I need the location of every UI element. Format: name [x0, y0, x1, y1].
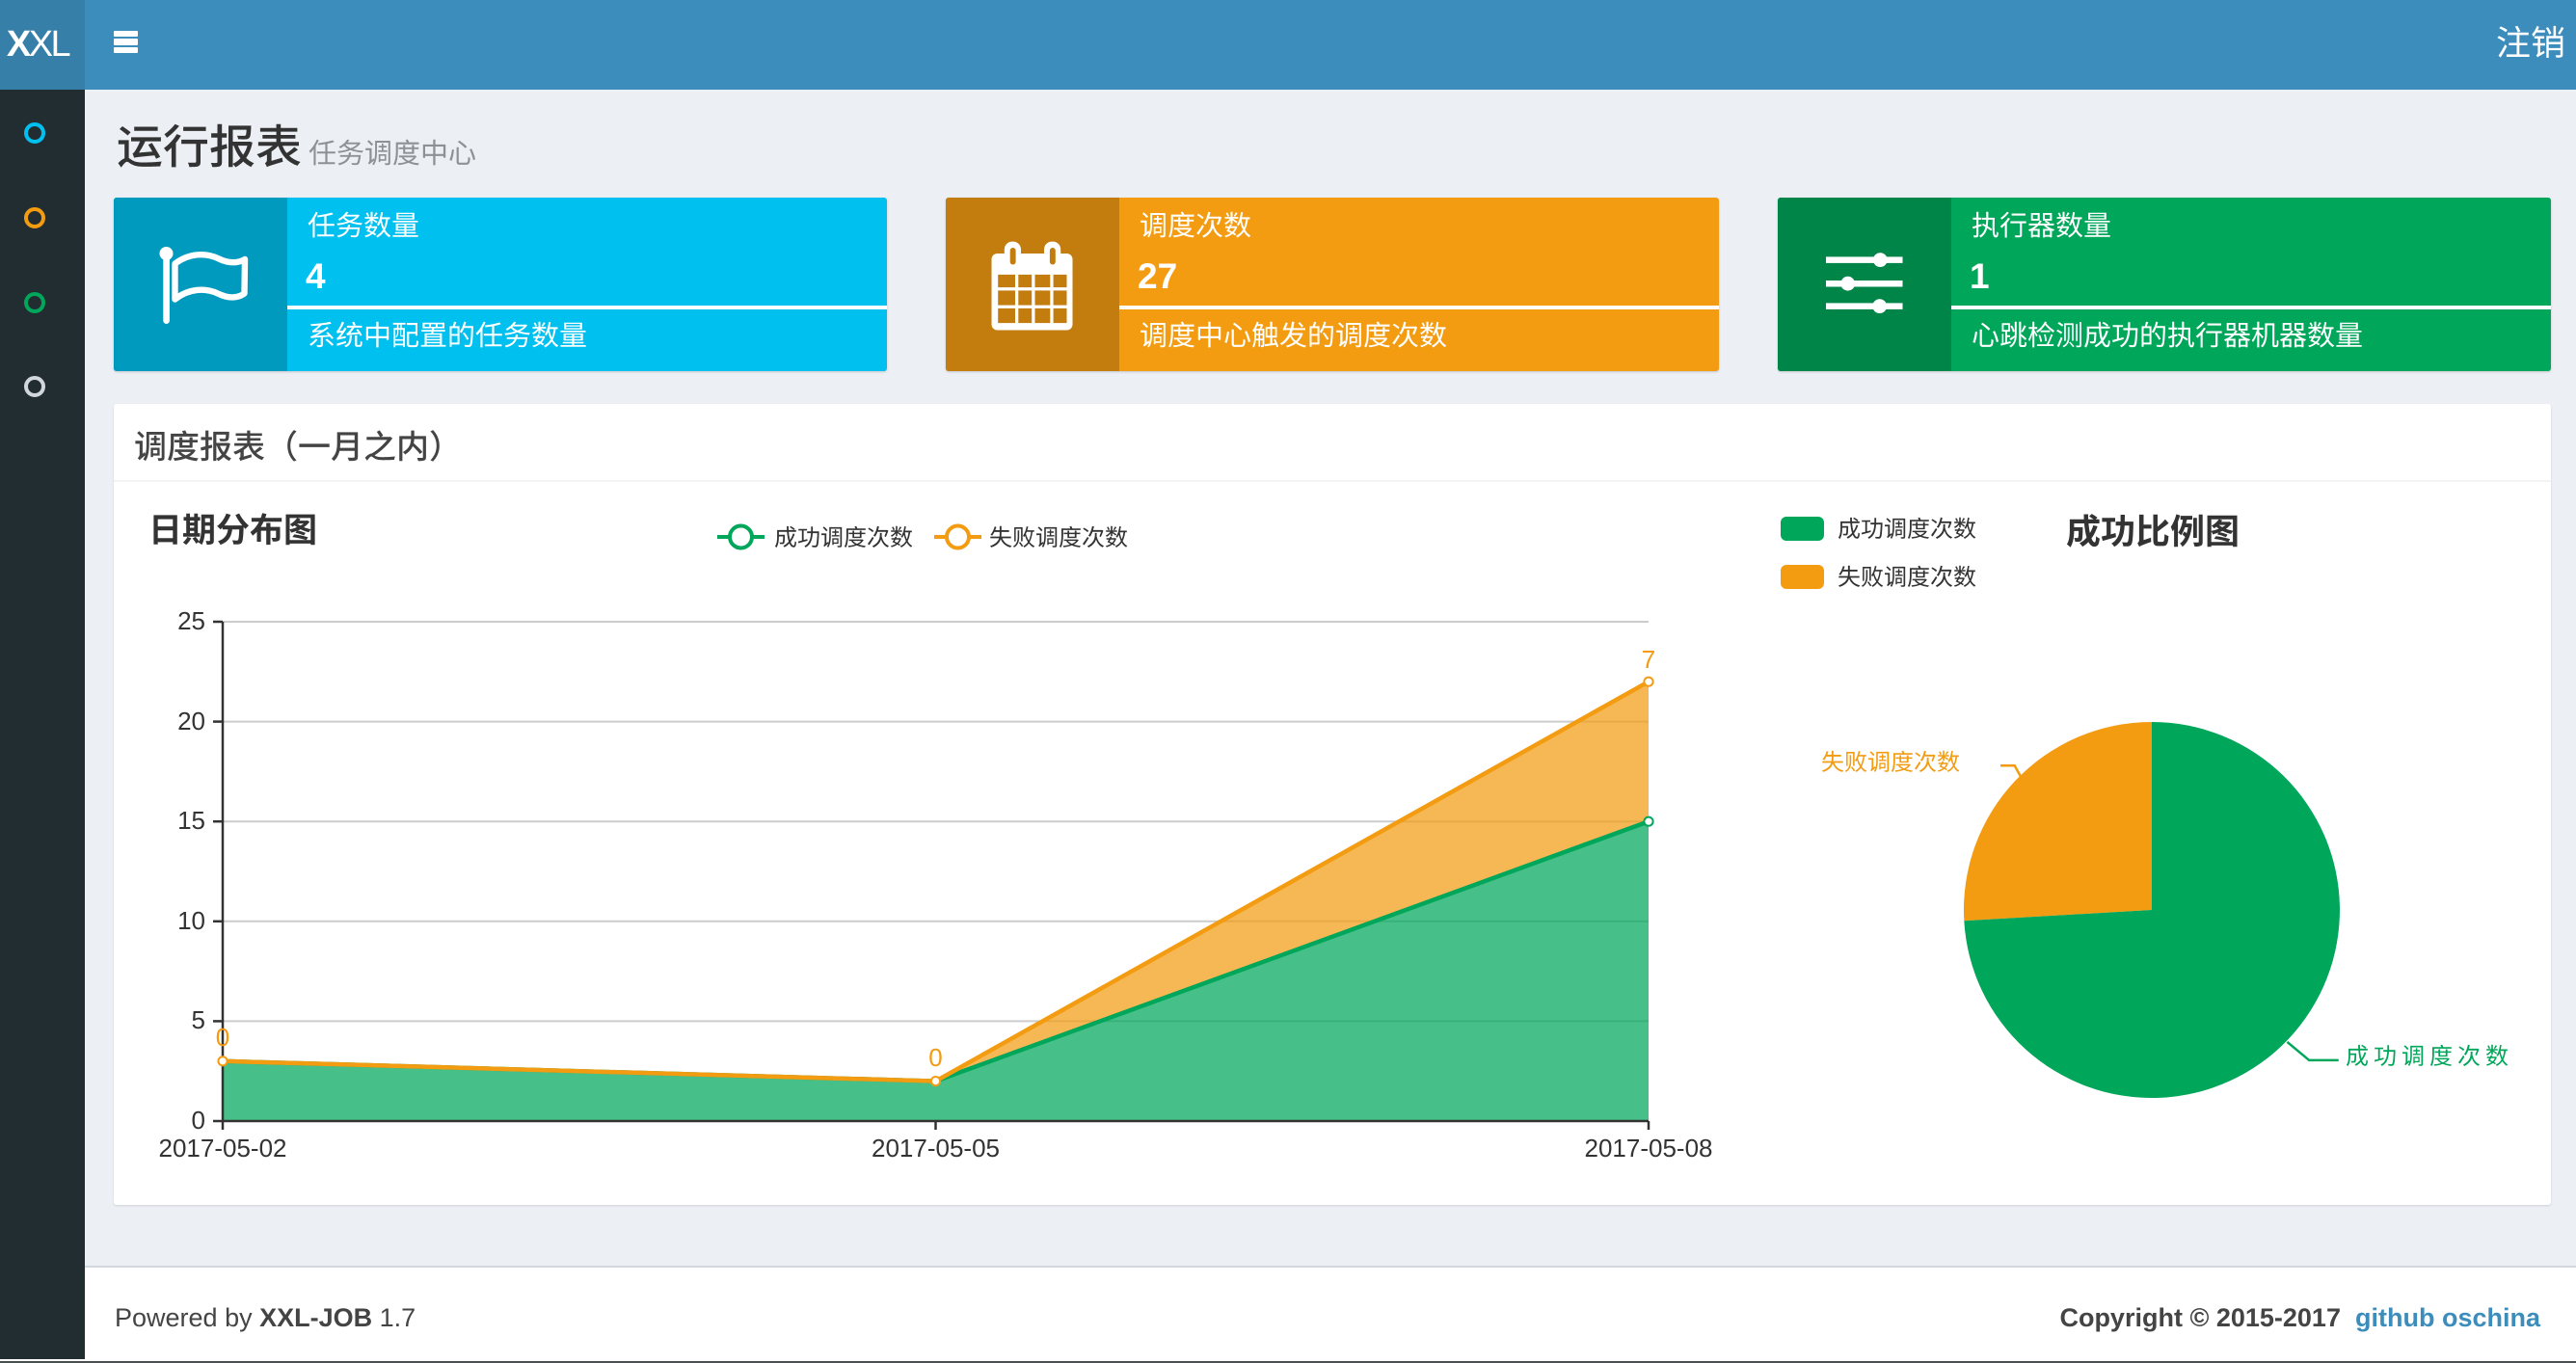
svg-text:0: 0 [928, 1043, 942, 1072]
svg-text:15: 15 [177, 806, 205, 835]
svg-text:7: 7 [1642, 645, 1655, 674]
svg-text:5: 5 [192, 1005, 205, 1034]
svg-text:2017-05-08: 2017-05-08 [1585, 1134, 1713, 1163]
svg-text:20: 20 [177, 707, 205, 735]
svg-text:10: 10 [177, 906, 205, 935]
svg-text:2017-05-02: 2017-05-02 [159, 1134, 287, 1163]
svg-text:0: 0 [192, 1106, 205, 1135]
svg-text:0: 0 [216, 1023, 229, 1052]
svg-text:25: 25 [177, 606, 205, 635]
svg-text:2017-05-05: 2017-05-05 [872, 1134, 1000, 1163]
